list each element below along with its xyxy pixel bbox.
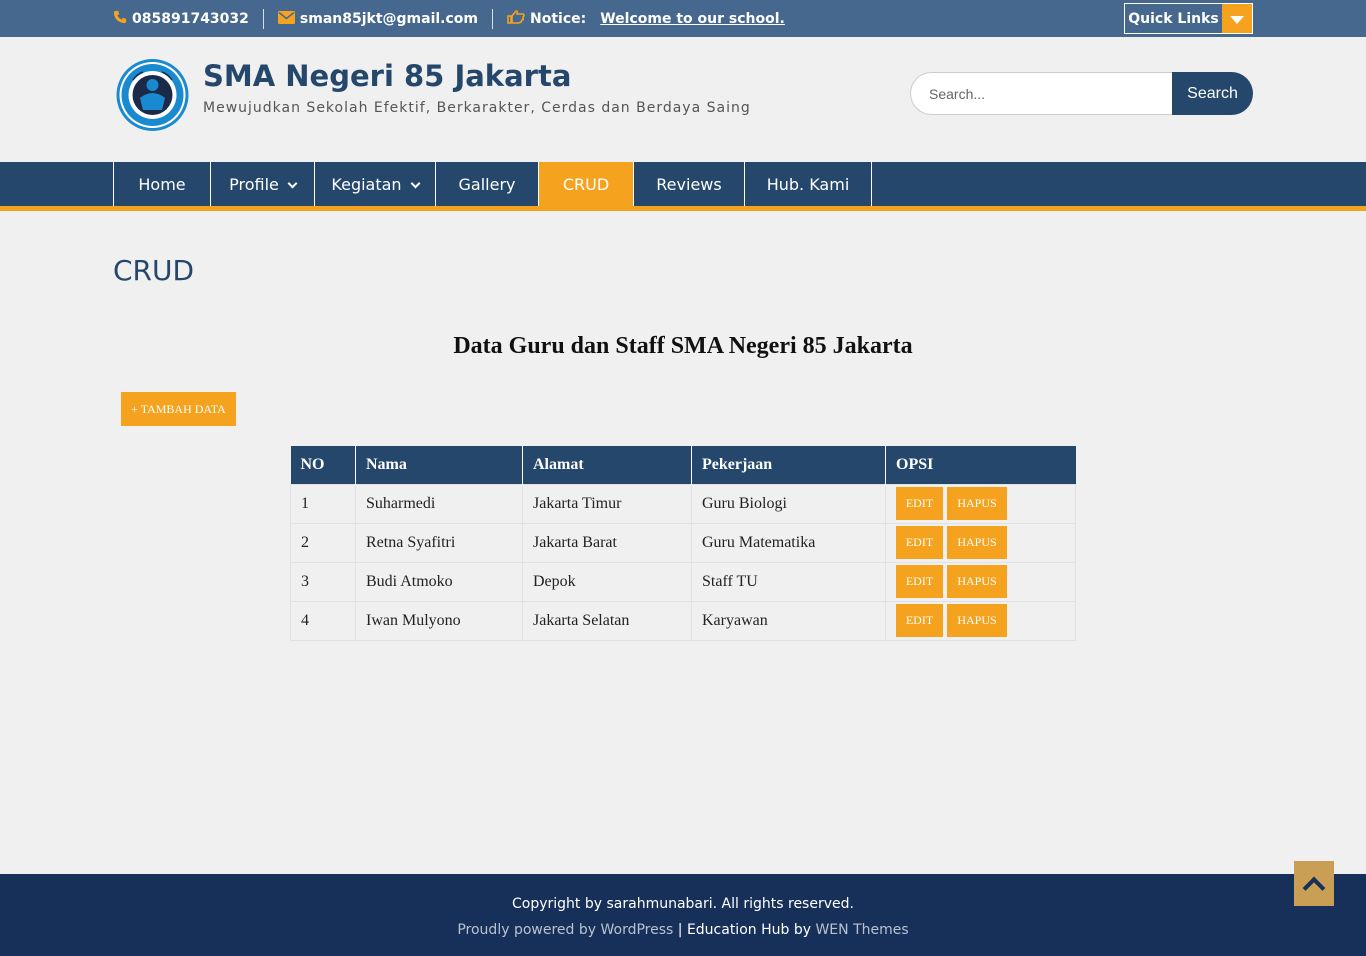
table-row: 4 Iwan Mulyono Jakarta Selatan Karyawan … (290, 600, 1076, 641)
hand-pointer-icon (507, 9, 525, 28)
edit-button[interactable]: EDIT (896, 565, 943, 598)
cell-opsi: EDIT HAPUS (885, 483, 1076, 524)
quick-links-label: Quick Links (1128, 10, 1219, 27)
cell-nama: Iwan Mulyono (355, 600, 523, 641)
cell-pekerjaan: Staff TU (691, 561, 886, 602)
page-title: CRUD (113, 254, 195, 287)
nav-item-kegiatan[interactable]: Kegiatan (314, 162, 435, 206)
column-header-pekerjaan: Pekerjaan (691, 446, 886, 484)
main-navigation: Home Profile Kegiatan Gallery CRUD Revie… (0, 162, 1366, 211)
phone-number: 085891743032 (132, 10, 249, 27)
nav-item-label: Profile (229, 174, 279, 194)
cell-alamat: Jakarta Selatan (522, 600, 692, 641)
phone-icon (113, 10, 127, 28)
cell-pekerjaan: Guru Matematika (691, 522, 886, 563)
table-header-row: NO Nama Alamat Pekerjaan OPSI (290, 446, 1076, 484)
chevron-down-icon (410, 178, 421, 188)
cell-opsi: EDIT HAPUS (885, 600, 1076, 641)
table-row: 2 Retna Syafitri Jakarta Barat Guru Mate… (290, 522, 1076, 563)
notice-label: Notice: (530, 10, 587, 27)
phone-contact: 085891743032 (113, 10, 249, 28)
cell-alamat: Depok (522, 561, 692, 602)
delete-button[interactable]: HAPUS (947, 565, 1007, 598)
cell-no: 1 (290, 483, 356, 524)
powered-by: Proudly powered by WordPress | Education… (0, 922, 1366, 938)
cell-no: 3 (290, 561, 356, 602)
edit-button[interactable]: EDIT (896, 604, 943, 637)
nav-item-label: Gallery (458, 174, 516, 194)
site-tagline: Mewujudkan Sekolah Efektif, Berkarakter,… (203, 100, 751, 116)
site-title[interactable]: SMA Negeri 85 Jakarta (203, 59, 571, 93)
footer-separator: | (673, 922, 687, 938)
column-header-no: NO (290, 446, 356, 484)
cell-nama: Budi Atmoko (355, 561, 523, 602)
nav-item-label: Kegiatan (331, 174, 402, 194)
table-row: 3 Budi Atmoko Depok Staff TU EDIT HAPUS (290, 561, 1076, 602)
nav-item-reviews[interactable]: Reviews (633, 162, 744, 206)
top-bar: 085891743032 sman85jkt@gmail.com Notice:… (0, 0, 1366, 37)
cell-no: 2 (290, 522, 356, 563)
quick-links-dropdown[interactable]: Quick Links (1124, 3, 1253, 34)
delete-button[interactable]: HAPUS (947, 604, 1007, 637)
notice: Notice: Welcome to our school. (507, 9, 785, 28)
staff-table: NO Nama Alamat Pekerjaan OPSI 1 Suharmed… (290, 446, 1076, 641)
chevron-down-icon (287, 178, 298, 188)
cell-opsi: EDIT HAPUS (885, 561, 1076, 602)
nav-menu: Home Profile Kegiatan Gallery CRUD Revie… (113, 162, 872, 206)
email-address: sman85jkt@gmail.com (299, 10, 479, 27)
search-input[interactable] (910, 72, 1172, 115)
search-button[interactable]: Search (1172, 72, 1253, 115)
copyright-text: Copyright by sarahmunabari. All rights r… (512, 896, 854, 912)
column-header-opsi: OPSI (885, 446, 1076, 484)
cell-nama: Suharmedi (355, 483, 523, 524)
divider (492, 8, 494, 29)
search-form: Search (910, 72, 1253, 115)
cell-nama: Retna Syafitri (355, 522, 523, 563)
cell-opsi: EDIT HAPUS (885, 522, 1076, 563)
envelope-icon (277, 10, 295, 28)
column-header-alamat: Alamat (522, 446, 692, 484)
nav-item-label: Home (138, 174, 186, 194)
nav-item-profile[interactable]: Profile (210, 162, 314, 206)
theme-name: Education Hub by (686, 922, 816, 938)
nav-item-hub-kami[interactable]: Hub. Kami (744, 162, 872, 206)
nav-item-label: Hub. Kami (766, 174, 850, 194)
edit-button[interactable]: EDIT (896, 526, 943, 559)
school-logo[interactable] (113, 58, 192, 132)
chevron-up-icon (1302, 876, 1326, 899)
caret-down-icon[interactable] (1222, 4, 1252, 33)
nav-item-label: CRUD (562, 174, 610, 194)
table-title: Data Guru dan Staff SMA Negeri 85 Jakart… (453, 333, 913, 359)
add-data-button[interactable]: + TAMBAH DATA (121, 392, 236, 426)
cell-alamat: Jakarta Barat (522, 522, 692, 563)
email-contact: sman85jkt@gmail.com (277, 10, 479, 28)
cell-pekerjaan: Karyawan (691, 600, 886, 641)
cell-alamat: Jakarta Timur (522, 483, 692, 524)
notice-link[interactable]: Welcome to our school. (600, 11, 785, 27)
delete-button[interactable]: HAPUS (947, 526, 1007, 559)
top-bar-contacts: 085891743032 sman85jkt@gmail.com Notice:… (113, 0, 785, 37)
table-row: 1 Suharmedi Jakarta Timur Guru Biologi E… (290, 483, 1076, 524)
delete-button[interactable]: HAPUS (947, 487, 1007, 520)
wordpress-link[interactable]: Proudly powered by WordPress (457, 922, 673, 938)
nav-item-gallery[interactable]: Gallery (435, 162, 538, 206)
edit-button[interactable]: EDIT (896, 487, 943, 520)
column-header-nama: Nama (355, 446, 523, 484)
nav-item-crud[interactable]: CRUD (538, 162, 633, 206)
site-footer: Copyright by sarahmunabari. All rights r… (0, 874, 1366, 956)
cell-no: 4 (290, 600, 356, 641)
back-to-top-button[interactable] (1294, 861, 1334, 906)
nav-item-label: Reviews (656, 174, 722, 194)
divider (262, 8, 264, 29)
theme-author-link[interactable]: WEN Themes (815, 922, 908, 938)
nav-item-home[interactable]: Home (113, 162, 210, 206)
cell-pekerjaan: Guru Biologi (691, 483, 886, 524)
